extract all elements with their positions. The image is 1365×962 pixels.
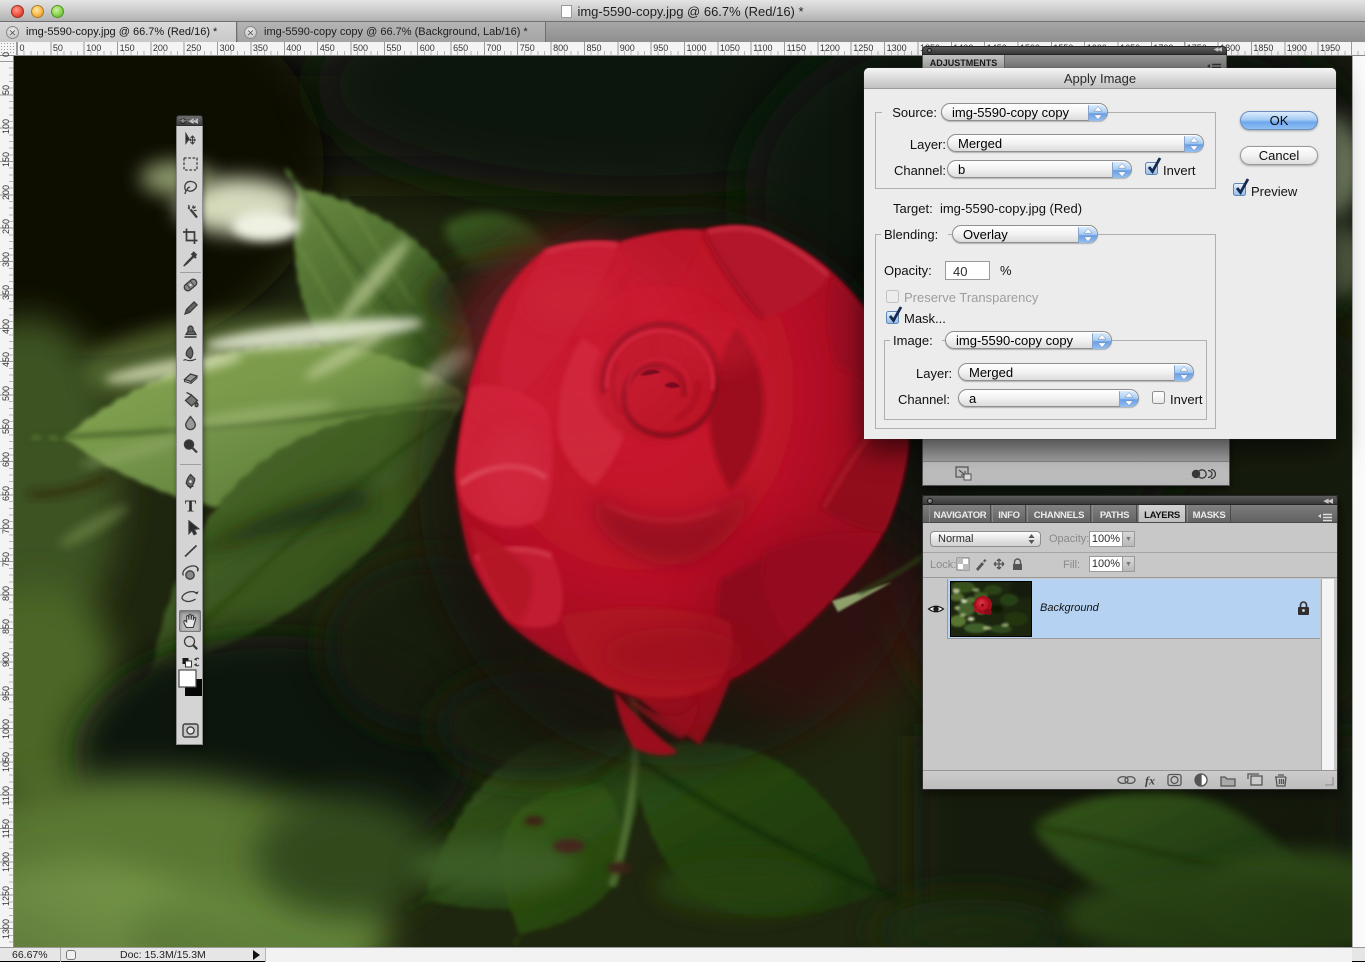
svg-text:fx: fx (1145, 774, 1155, 788)
svg-text:T: T (185, 497, 197, 516)
